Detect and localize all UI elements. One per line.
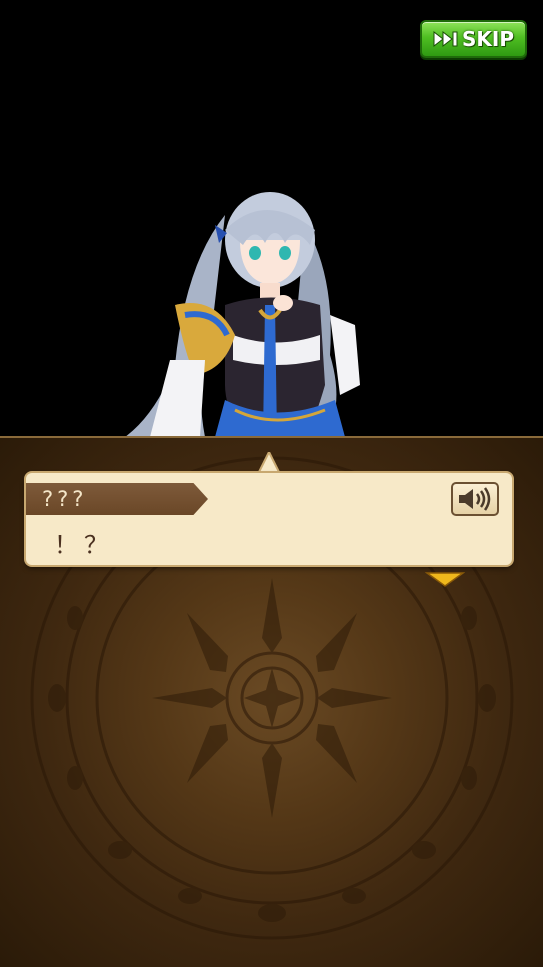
dialog-text: ！？: [54, 531, 114, 559]
character-portrait: [125, 192, 360, 437]
dialog-box[interactable]: ??? ！？: [26, 473, 512, 565]
triangle-down-icon[interactable]: [425, 571, 465, 587]
skip-button[interactable]: SKIP: [420, 20, 527, 58]
speaker-icon: [459, 487, 491, 511]
skip-label: SKIP: [461, 27, 514, 51]
speaker-name-plate: ???: [26, 483, 208, 515]
voice-button[interactable]: [451, 482, 499, 516]
speaker-name: ???: [42, 487, 88, 511]
story-screen[interactable]: SKIP ??? ！？: [0, 0, 543, 967]
fast-forward-icon: [433, 30, 458, 48]
